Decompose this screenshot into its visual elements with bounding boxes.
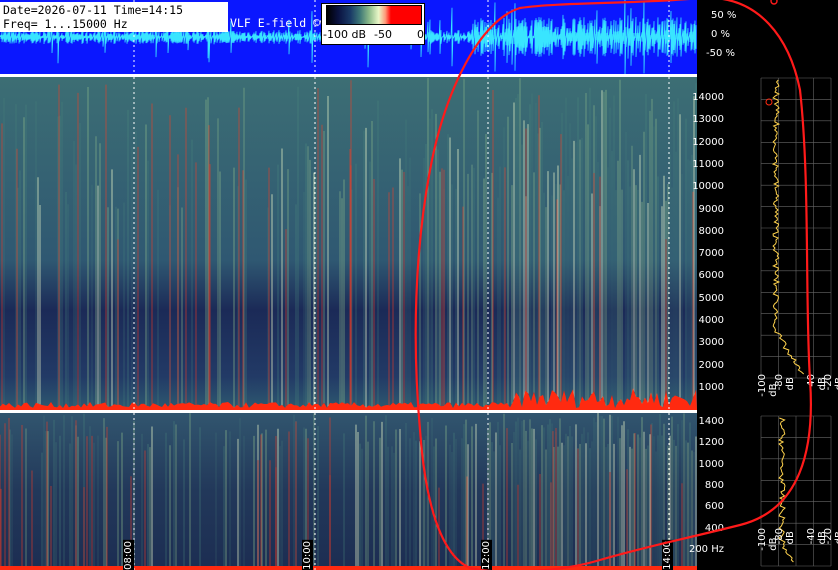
annotation-overlay bbox=[414, 0, 812, 570]
vlf-spectrogram-viewer: Date=2026-07-11 Time=14:15 Freq= 1...150… bbox=[0, 0, 838, 570]
annotation-dot bbox=[770, 0, 778, 5]
annotation-loop bbox=[414, 0, 812, 570]
